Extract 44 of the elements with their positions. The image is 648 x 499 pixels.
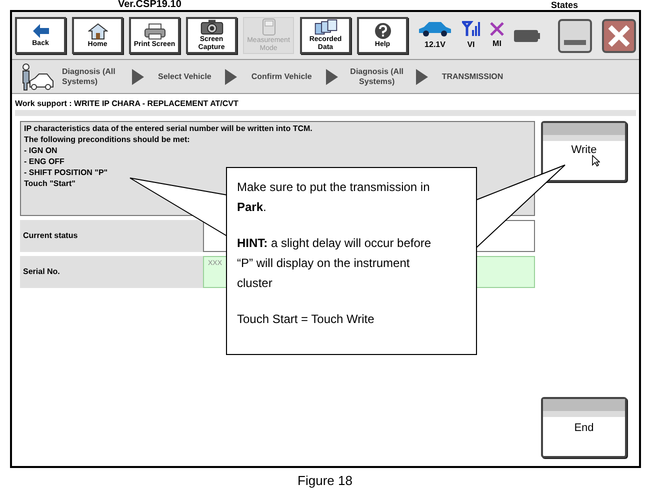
breadcrumb-step: Select Vehicle [152, 72, 218, 82]
step-arrow-icon [326, 68, 338, 84]
end-button[interactable]: End [541, 397, 627, 458]
meter-icon [260, 18, 276, 36]
step-arrow-icon [132, 68, 144, 84]
write-button[interactable]: Write [541, 121, 627, 182]
breadcrumb-step: Diagnosis (All Systems) [346, 66, 408, 86]
field-label: Current status [20, 220, 203, 252]
signal-icon [462, 20, 480, 36]
message-line: Touch "Start" [24, 178, 76, 189]
message-line: - IGN ON [24, 145, 58, 156]
minimize-icon [564, 40, 586, 44]
help-icon [374, 22, 392, 40]
status-label: 12.1V [424, 38, 446, 50]
house-icon [88, 22, 108, 40]
camera-icon [198, 19, 224, 35]
states-label: States [550, 1, 578, 10]
work-support-title: Work support : WRITE IP CHARA - REPLACEMENT AT/CVT [14, 98, 240, 110]
breadcrumb-step: Confirm Vehicle [245, 72, 318, 82]
close-icon [607, 24, 631, 48]
message-line: - ENG OFF [24, 156, 64, 167]
battery-icon [514, 30, 540, 42]
close-button[interactable] [602, 18, 636, 52]
message-line: IP characteristics data of the entered serial number will be written into TCM. [24, 123, 312, 134]
mouse-cursor-icon [592, 155, 600, 167]
status-label: VI [467, 38, 475, 50]
callout-text: Touch Start = Touch Write [237, 311, 376, 328]
minimize-button[interactable] [558, 18, 592, 52]
cross-icon [490, 22, 504, 36]
figure-caption: Figure 18 [298, 472, 352, 490]
step-arrow-icon [416, 68, 428, 84]
printer-icon [142, 22, 166, 40]
callout-text: Make sure to put the transmission in Park. [237, 179, 431, 216]
breadcrumb-step: TRANSMISSION [436, 72, 510, 82]
back-arrow-icon [32, 23, 50, 39]
car-icon [418, 20, 452, 36]
step-arrow-icon [225, 68, 238, 84]
version-label: Ver.CSP19.10 [118, 0, 182, 10]
message-line: The following preconditions should be met: [24, 134, 190, 145]
breadcrumb-step: Diagnosis (All Systems) [62, 66, 124, 86]
message-line: - SHIFT POSITION "P" [24, 167, 108, 178]
documents-icon [312, 19, 338, 35]
status-label: MI [492, 38, 502, 50]
field-label: Serial No. [20, 256, 203, 288]
